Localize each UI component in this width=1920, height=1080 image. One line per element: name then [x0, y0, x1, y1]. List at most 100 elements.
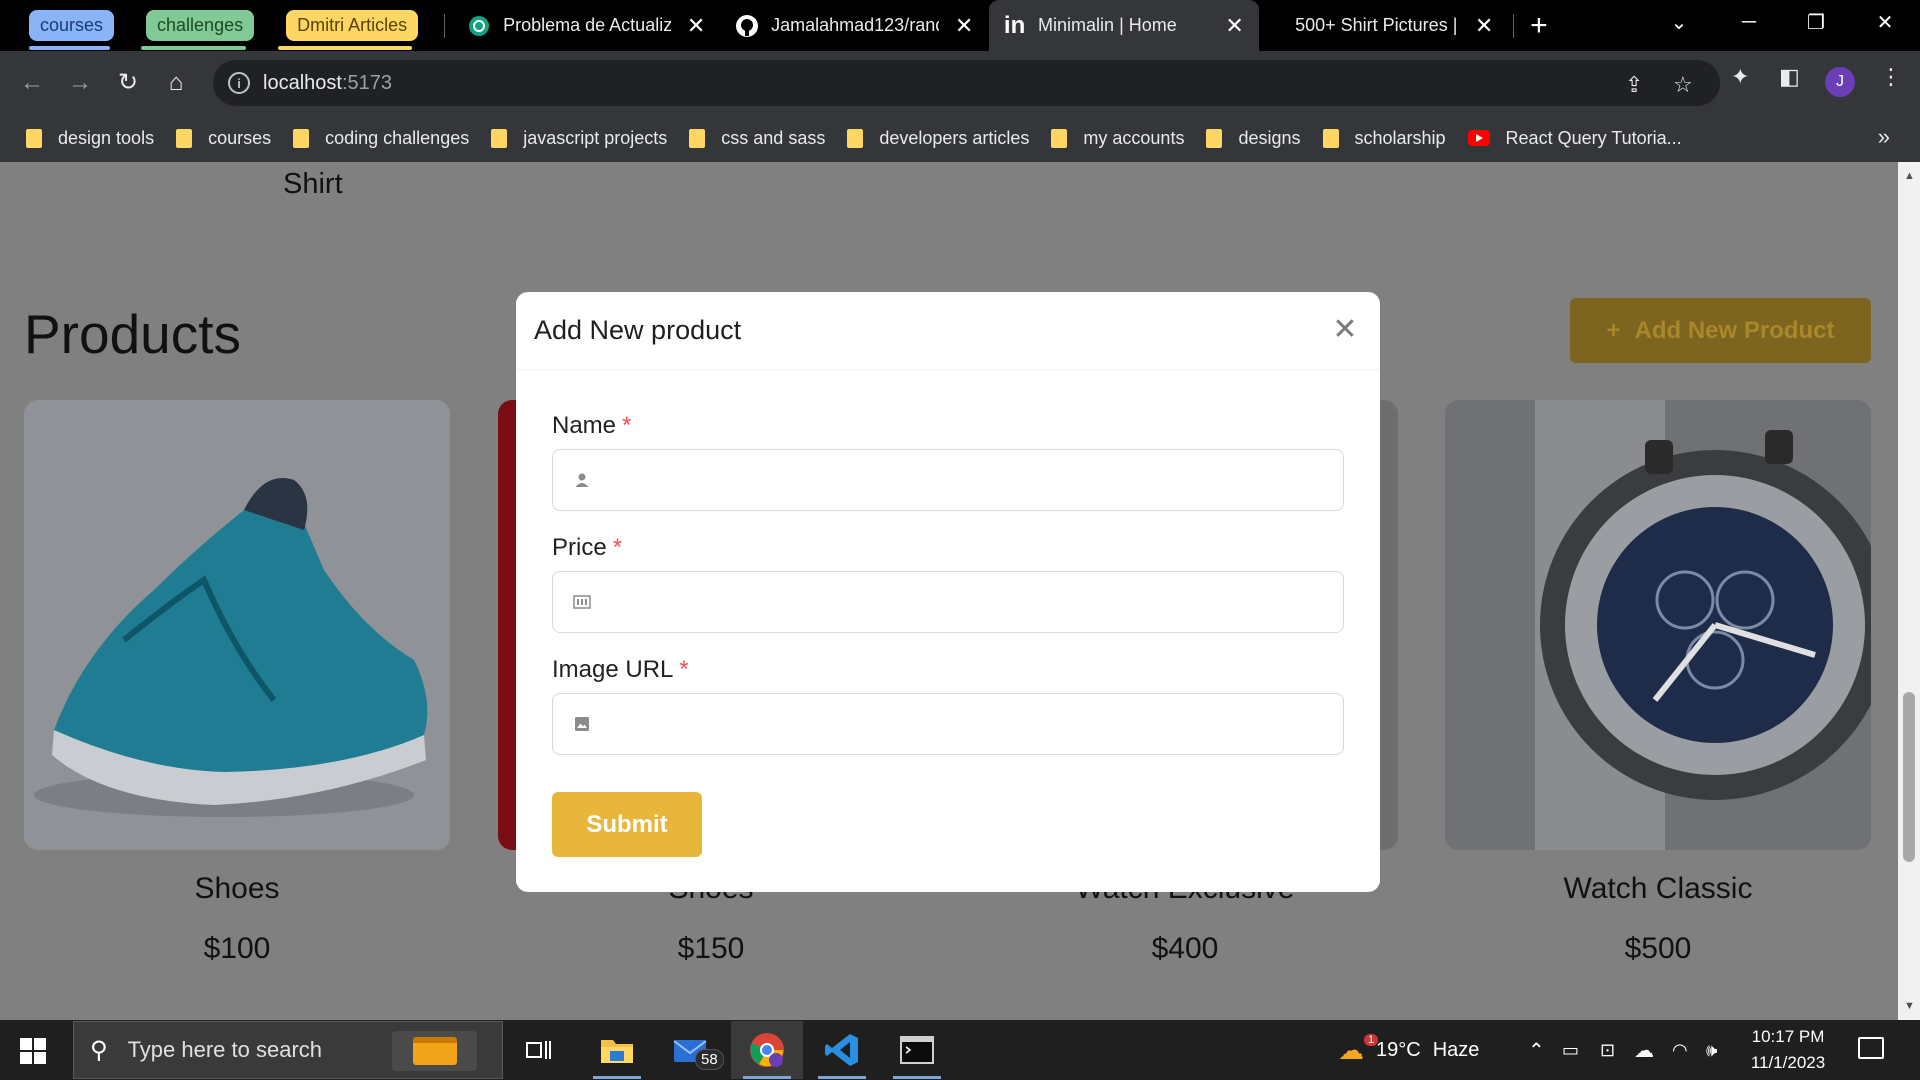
profile-avatar[interactable]: J [1825, 67, 1855, 97]
volume-icon[interactable]: 🕪 [1706, 1020, 1717, 1080]
bookmark-design-tools[interactable]: design tools [26, 128, 154, 149]
restore-button[interactable]: ❐ [1787, 0, 1845, 44]
back-icon[interactable]: ← [14, 65, 50, 101]
folder-icon [1051, 128, 1068, 148]
folder-icon [293, 128, 310, 148]
close-window-button[interactable]: ✕ [1856, 0, 1914, 44]
name-label: Name * [552, 412, 632, 439]
name-input[interactable] [604, 450, 1343, 510]
submit-button[interactable]: Submit [552, 792, 702, 857]
bookmark-coding-challenges[interactable]: coding challenges [293, 128, 469, 149]
extensions-icon[interactable]: ✦ [1731, 64, 1749, 90]
notifications-icon[interactable] [1858, 1037, 1884, 1059]
page-scrollbar[interactable]: ▲ ▼ [1898, 162, 1920, 1020]
site-info-icon[interactable]: i [228, 72, 250, 94]
terminal-icon[interactable] [881, 1021, 953, 1079]
scroll-up-icon[interactable]: ▲ [1904, 170, 1915, 182]
image-url-input[interactable] [604, 694, 1343, 754]
scroll-thumb[interactable] [1903, 692, 1915, 862]
close-tab-icon[interactable]: ✕ [953, 13, 975, 38]
battery-icon[interactable]: ▭ [1562, 1020, 1579, 1080]
chrome-icon[interactable] [731, 1021, 803, 1079]
mail-icon[interactable]: 58 [656, 1021, 728, 1079]
close-tab-icon[interactable]: ✕ [1473, 13, 1495, 38]
tab-strip: courses challenges Dmitri Articles Probl… [0, 0, 1920, 51]
bookmark-star-icon[interactable]: ☆ [1673, 72, 1693, 98]
weather-icon: ☁ [1338, 1034, 1364, 1065]
name-field[interactable] [552, 449, 1344, 511]
product-image[interactable] [24, 400, 450, 850]
home-icon[interactable]: ⌂ [158, 65, 194, 101]
bookmark-my-accounts[interactable]: my accounts [1051, 128, 1184, 149]
tab-search-icon[interactable]: ⌄ [1650, 0, 1708, 44]
weather-desc: Haze [1432, 1038, 1480, 1061]
folder-icon [1206, 128, 1223, 148]
file-explorer-icon[interactable] [581, 1021, 653, 1079]
bookmark-courses[interactable]: courses [176, 128, 271, 149]
weather-widget[interactable]: ☁ 1 19°C Haze [1338, 1020, 1479, 1080]
product-name: Watch Classic [1563, 872, 1753, 905]
tab-problema[interactable]: Problema de Actualiz ✕ [453, 0, 721, 51]
tab-group-courses[interactable]: courses [29, 10, 115, 41]
bookmark-react-query-tutorial[interactable]: React Query Tutoria... [1467, 128, 1682, 149]
close-icon[interactable]: ✕ [1330, 313, 1360, 346]
windows-start-icon[interactable] [20, 1038, 46, 1064]
tab-minimalin[interactable]: in Minimalin | Home ✕ [989, 0, 1260, 51]
device-icon[interactable]: ⊡ [1600, 1020, 1615, 1080]
tab-group-challenges[interactable]: challenges [146, 10, 255, 41]
folder-icon [689, 128, 706, 148]
image-url-field[interactable] [552, 693, 1344, 755]
bookmark-scholarship[interactable]: scholarship [1322, 128, 1446, 149]
tab-shirt-pictures[interactable]: 500+ Shirt Pictures | [ ✕ [1259, 0, 1509, 51]
close-tab-icon[interactable]: ✕ [685, 13, 707, 38]
product-price: $150 [677, 932, 745, 965]
close-tab-icon[interactable]: ✕ [1224, 13, 1245, 38]
browser-toolbar: ← → ↻ ⌂ i localhost:5173 ⇪ ☆ [0, 51, 1920, 114]
address-bar[interactable]: i localhost:5173 ⇪ ☆ [213, 60, 1720, 106]
product-price: $400 [1151, 932, 1219, 965]
task-view-icon[interactable] [503, 1021, 575, 1079]
folder-icon [176, 128, 193, 148]
bookmark-designs[interactable]: designs [1206, 128, 1301, 149]
side-panel-icon[interactable]: ◧ [1779, 64, 1800, 90]
add-new-product-button[interactable]: + Add New Product [1570, 298, 1871, 363]
tab-separator [1513, 13, 1515, 38]
reload-icon[interactable]: ↻ [110, 65, 146, 101]
bookmark-javascript-projects[interactable]: javascript projects [491, 128, 667, 149]
youtube-icon [1467, 130, 1490, 146]
taskbar-clock[interactable]: 10:17 PM 11/1/2023 [1735, 1024, 1841, 1076]
folder-icon [491, 128, 508, 148]
tray-overflow-icon[interactable]: ⌃ [1528, 1020, 1545, 1080]
folder-icon [1322, 128, 1339, 148]
price-input[interactable] [604, 572, 1343, 632]
tab-title: 500+ Shirt Pictures | [ [1295, 15, 1460, 35]
search-icon: ⚲ [90, 1036, 108, 1064]
minimize-button[interactable]: ─ [1720, 0, 1778, 44]
group-underline [278, 46, 412, 50]
previous-product-label: Shirt [283, 168, 343, 200]
folder-icon [847, 128, 864, 148]
windows-taskbar: ⚲ Type here to search [0, 1020, 1920, 1080]
taskbar-search[interactable]: ⚲ Type here to search [73, 1021, 503, 1079]
group-underline [29, 46, 110, 50]
products-heading: Products [24, 303, 242, 365]
bookmark-css-and-sass[interactable]: css and sass [689, 128, 825, 149]
share-icon[interactable]: ⇪ [1625, 72, 1643, 98]
vscode-icon[interactable] [806, 1021, 878, 1079]
onedrive-icon[interactable]: ☁ [1634, 1020, 1654, 1080]
price-field[interactable] [552, 571, 1344, 633]
wifi-icon[interactable]: ◠ [1672, 1020, 1688, 1080]
new-tab-button[interactable]: + [1530, 9, 1548, 43]
product-image[interactable] [1445, 400, 1871, 850]
product-price: $100 [203, 932, 271, 965]
bookmarks-overflow-icon[interactable]: » [1878, 124, 1890, 150]
weather-alert-badge: 1 [1364, 1034, 1379, 1046]
tab-group-dmitri-articles[interactable]: Dmitri Articles [286, 10, 419, 41]
folder-icon [26, 128, 42, 148]
scroll-down-icon[interactable]: ▼ [1904, 1000, 1915, 1012]
forward-icon[interactable]: → [62, 65, 98, 101]
tab-github[interactable]: Jamalahmad123/rand ✕ [721, 0, 989, 51]
openai-icon [467, 14, 491, 38]
bookmark-developers-articles[interactable]: developers articles [847, 128, 1029, 149]
menu-kebab-icon[interactable]: ⋮ [1880, 64, 1902, 90]
